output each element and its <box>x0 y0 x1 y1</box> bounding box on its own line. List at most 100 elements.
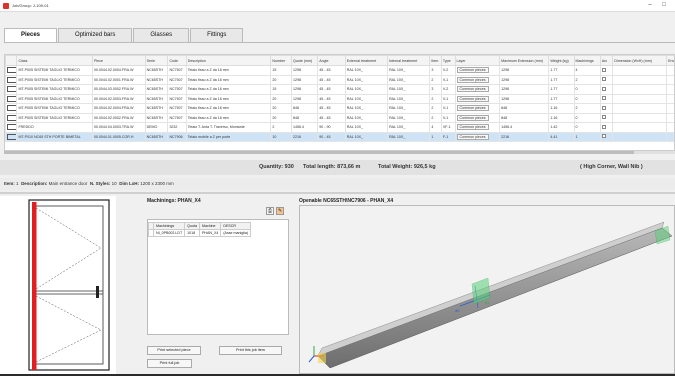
layer-dropdown[interactable]: Common pieces <box>457 105 489 111</box>
table-row[interactable]: NI_0PB002.LDT1018PHAN_X4(Asse maniglia) <box>149 230 251 237</box>
pieces-table: ClassPieceSerieCodeDescriptionNumberQuot… <box>5 55 675 142</box>
tab-optimized-bars[interactable]: Optimized bars <box>58 28 132 42</box>
table-cell: 1.77 <box>549 94 574 104</box>
table-cell <box>667 85 675 95</box>
tab-glasses[interactable]: Glasses <box>133 28 189 42</box>
table-cell: 1298 <box>291 75 317 85</box>
table-cell: V-1 <box>441 104 455 114</box>
arc-checkbox[interactable] <box>602 87 606 91</box>
layer-dropdown[interactable]: Common pieces <box>457 134 489 140</box>
grid-header-cell[interactable]: Quote (mm) <box>291 56 317 66</box>
layer-dropdown[interactable]: Common pieces <box>457 115 489 121</box>
table-cell: (Asse maniglia) <box>221 230 251 237</box>
grid-header-cell[interactable]: Number <box>271 56 292 66</box>
table-cell: 2 <box>430 104 441 114</box>
layer-dropdown[interactable]: Common pieces <box>457 124 489 130</box>
grid-header-cell[interactable]: Type <box>441 56 455 66</box>
piece-thumbnail <box>6 94 17 104</box>
machinings-header-cell[interactable]: Machinings <box>154 223 185 230</box>
table-cell: Telaio fisso a Z da 16 mm <box>186 113 271 123</box>
arc-checkbox[interactable] <box>602 106 606 110</box>
grid-header-cell[interactable]: Piece <box>92 56 145 66</box>
machinings-header-row: MachiningsQuotaMachineDESCR <box>149 223 251 230</box>
grid-header-cell[interactable]: Internal treatment <box>388 56 430 66</box>
tab-divider <box>4 42 675 43</box>
layer-dropdown[interactable]: Common pieces <box>457 86 489 92</box>
tab-pieces[interactable]: Pieces <box>4 28 57 42</box>
table-cell: Telaio T. Anta T. Traverso, Montante <box>186 123 271 133</box>
print-job-item-button[interactable]: Print this job item <box>219 346 282 355</box>
profile-3d-view[interactable]: d0 d1 <box>299 205 675 374</box>
arc-checkbox[interactable] <box>602 115 606 119</box>
grid-header-cell[interactable]: Code <box>168 56 186 66</box>
machinings-header-cell[interactable]: Machine <box>199 223 220 230</box>
arc-checkbox[interactable] <box>602 77 606 81</box>
piece-thumbnail <box>6 85 17 95</box>
table-cell <box>613 85 667 95</box>
grid-header-cell[interactable]: Dimension (WxH) (mm) <box>613 56 667 66</box>
table-cell <box>667 123 675 133</box>
layer-dropdown[interactable]: Common pieces <box>457 77 489 83</box>
panel-separator <box>0 192 675 194</box>
print-icon[interactable]: ⎙ <box>266 207 274 215</box>
grid-header-cell[interactable]: Machinings <box>574 56 600 66</box>
grid-header-cell[interactable]: Description <box>186 56 271 66</box>
machinings-header-cell[interactable]: Quota <box>185 223 200 230</box>
arc-checkbox[interactable] <box>602 134 606 138</box>
table-cell: RAL 10X_ <box>345 132 387 142</box>
layer-dropdown[interactable]: Common pieces <box>457 67 489 73</box>
print-selected-piece-button[interactable]: Print selected piece <box>147 346 201 355</box>
table-cell: 1.77 <box>549 75 574 85</box>
table-row[interactable]: MT-P005 SISTEMI TAGLIO TERMICO00.0044.02… <box>6 94 675 104</box>
table-cell: 90 - 90 <box>318 123 345 133</box>
table-cell: NC7507 <box>168 75 186 85</box>
grid-header-cell[interactable]: Arc <box>600 56 613 66</box>
table-cell: 0 <box>574 85 600 95</box>
grid-horizontal-scrollbar[interactable] <box>4 151 675 154</box>
arc-checkbox[interactable] <box>602 68 606 72</box>
grid-header-cell[interactable]: Class <box>17 56 93 66</box>
grid-header-cell[interactable]: Layer <box>455 56 500 66</box>
pieces-grid[interactable]: ClassPieceSerieCodeDescriptionNumberQuot… <box>4 54 675 151</box>
table-cell: 1298 <box>500 85 549 95</box>
table-cell: NC65STH <box>145 66 168 76</box>
table-cell: 2 <box>430 94 441 104</box>
table-cell: 00.0044.02.0002.FRA.W <box>92 113 145 123</box>
table-row[interactable]: MT-P005 SISTEMI TAGLIO TERMICO00.0044.02… <box>6 113 675 123</box>
table-cell: 1 <box>574 132 600 142</box>
table-row[interactable]: MT-P005 SISTEMI TAGLIO TERMICO00.0044.03… <box>6 85 675 95</box>
print-full-job-button[interactable]: Print full job <box>147 359 192 368</box>
grid-header-cell[interactable]: Serie <box>145 56 168 66</box>
grid-header-cell[interactable]: Weight (kg) <box>549 56 574 66</box>
table-row[interactable]: MT-P005 SISTEMI TAGLIO TERMICO00.0044.02… <box>6 75 675 85</box>
export-icon[interactable]: ✎ <box>276 207 284 215</box>
arc-checkbox[interactable] <box>602 125 606 129</box>
table-cell: NC7507 <box>168 66 186 76</box>
table-cell: RAL 10X_ <box>388 123 430 133</box>
grid-header-cell[interactable]: Angle <box>318 56 345 66</box>
machinings-table-panel[interactable]: MachiningsQuotaMachineDESCR NI_0PB002.LD… <box>147 219 289 335</box>
grid-header-cell[interactable]: Item <box>430 56 441 66</box>
maximize-button[interactable]: □ <box>659 1 669 10</box>
machinings-header-cell[interactable]: DESCR <box>221 223 251 230</box>
profile-thumbnail-icon <box>7 67 17 73</box>
table-row[interactable]: MT-P005 SISTEMI TAGLIO TERMICO00.0044.02… <box>6 104 675 114</box>
grid-header-cell[interactable]: External treatment <box>345 56 387 66</box>
scrollbar-thumb[interactable] <box>4 151 634 154</box>
table-cell: 2216 <box>500 132 549 142</box>
table-cell: 2 <box>574 75 600 85</box>
layer-dropdown[interactable]: Common pieces <box>457 96 489 102</box>
minimize-button[interactable]: – <box>645 1 655 10</box>
table-cell: Telaio fisso a Z da 16 mm <box>186 66 271 76</box>
arc-checkbox[interactable] <box>602 96 606 100</box>
grid-header-cell[interactable]: Envel <box>667 56 675 66</box>
item-label: Item: <box>4 181 15 186</box>
door-preview[interactable] <box>0 196 116 374</box>
table-row[interactable]: FREDDO00.0044.04.0003.TRA.WDEMO3232Telai… <box>6 123 675 133</box>
table-row[interactable]: MT-P010 NC65 STH PORTE BIMETAL00.0044.01… <box>6 132 675 142</box>
grid-header-cell[interactable]: Maximum Extension (mm) <box>500 56 549 66</box>
table-row[interactable]: MT-P005 SISTEMI TAGLIO TERMICO00.0044.02… <box>6 66 675 76</box>
tab-fittings[interactable]: Fittings <box>190 28 243 42</box>
table-cell: 0 <box>574 113 600 123</box>
table-cell: NC65STH <box>145 75 168 85</box>
